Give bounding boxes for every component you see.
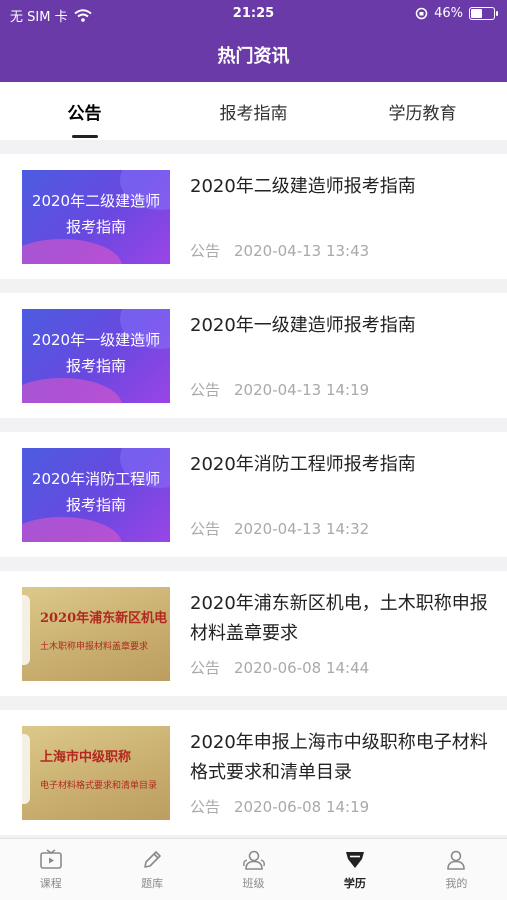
article-category: 公告 (190, 659, 221, 677)
article-title: 2020年二级建造师报考指南 (190, 176, 416, 197)
article-title: 2020年一级建造师报考指南 (190, 315, 416, 336)
article-date: 2020-04-13 13:43 (234, 242, 370, 260)
article-date: 2020-06-08 14:44 (234, 659, 370, 677)
article-list: 2020年二级建造师 报考指南 2020年二级建造师报考指南 公告 2020-04-… (0, 154, 507, 849)
thumbnail-line1: 上海市中级职称 (40, 750, 132, 765)
article-thumbnail: 上海市中级职称电子材料格式要求和清单目录 (22, 726, 170, 820)
battery-icon (469, 7, 498, 20)
nav-item-courses[interactable]: 课程 (0, 839, 101, 900)
thumbnail-line1: 2020年浦东新区机电 (40, 611, 168, 626)
article-title: 2020年申报上海市中级职称电子材料格式要求和清单目录 (190, 732, 488, 783)
tab-bar: 公告 报考指南 学历教育 (0, 82, 507, 140)
article-category: 公告 (190, 242, 221, 260)
tab-underline (71, 135, 98, 138)
nav-label: 课程 (39, 877, 62, 890)
article-card[interactable]: 2020年浦东新区机电土木职称申报材料盖章要求 2020年浦东新区机电，土木职称… (0, 571, 507, 696)
nav-label: 班级 (242, 877, 265, 890)
article-card[interactable]: 2020年二级建造师 报考指南 2020年二级建造师报考指南 公告 2020-04-… (0, 154, 507, 279)
article-category: 公告 (190, 381, 221, 399)
tab-label: 公告 (67, 104, 102, 124)
article-category: 公告 (190, 520, 221, 538)
battery-percent: 46% (434, 6, 463, 21)
top-bar: 无 SIM 卡 21:25 46% 热门资讯 (0, 0, 507, 82)
nav-label: 题库 (141, 877, 164, 890)
article-meta: 公告 2020-04-13 13:43 (190, 240, 369, 261)
tab-announcements[interactable]: 公告 (0, 82, 169, 140)
article-thumbnail: 2020年一级建造师 报考指南 (22, 309, 170, 403)
status-right: 46% (415, 6, 498, 21)
nav-label: 我的 (445, 877, 468, 890)
article-meta: 公告 2020-04-13 14:19 (190, 379, 369, 400)
nav-item-mine[interactable]: 我的 (406, 839, 507, 900)
article-title: 2020年浦东新区机电，土木职称申报材料盖章要求 (190, 593, 488, 644)
tab-label: 报考指南 (219, 104, 288, 124)
article-card[interactable]: 2020年消防工程师 报考指南 2020年消防工程师报考指南 公告 2020-04-… (0, 432, 507, 557)
nav-item-classes[interactable]: 班级 (203, 839, 304, 900)
user-icon (447, 850, 466, 870)
thumbnail-line1: 2020年二级建造师 (31, 192, 161, 210)
article-thumbnail: 2020年二级建造师 报考指南 (22, 170, 170, 264)
article-date: 2020-04-13 14:19 (234, 381, 370, 399)
thumbnail-line2: 报考指南 (65, 218, 126, 236)
thumbnail-line1: 2020年一级建造师 (31, 331, 161, 349)
nav-item-question-bank[interactable]: 题库 (101, 839, 202, 900)
group-icon (242, 850, 265, 870)
status-bar: 无 SIM 卡 21:25 46% (0, 0, 507, 30)
article-category: 公告 (190, 798, 221, 816)
article-meta: 公告 2020-06-08 14:19 (190, 796, 369, 817)
article-date: 2020-04-13 14:32 (234, 520, 370, 538)
orientation-lock-icon (415, 7, 428, 20)
tab-exam-guide[interactable]: 报考指南 (169, 82, 338, 140)
article-thumbnail: 2020年消防工程师 报考指南 (22, 448, 170, 542)
thumbnail-line2: 报考指南 (65, 357, 126, 375)
page-title: 热门资讯 (217, 46, 290, 67)
article-title: 2020年消防工程师报考指南 (190, 454, 416, 475)
nav-label: 学历 (343, 877, 366, 890)
pencil-icon (144, 851, 161, 868)
thumbnail-line2: 电子材料格式要求和清单目录 (40, 781, 158, 791)
battery-fill (471, 9, 483, 18)
tv-icon (39, 849, 62, 869)
tab-degree-education[interactable]: 学历教育 (338, 82, 507, 140)
nav-item-education[interactable]: 学历 (304, 839, 405, 900)
thumbnail-line1: 2020年消防工程师 (31, 470, 161, 488)
article-meta: 公告 2020-06-08 14:44 (190, 657, 369, 678)
article-thumbnail: 2020年浦东新区机电土木职称申报材料盖章要求 (22, 587, 170, 681)
article-meta: 公告 2020-04-13 14:32 (190, 518, 369, 539)
article-date: 2020-06-08 14:19 (234, 798, 370, 816)
article-card[interactable]: 上海市中级职称电子材料格式要求和清单目录 2020年申报上海市中级职称电子材料格… (0, 710, 507, 835)
gem-icon (345, 852, 364, 868)
bottom-nav: 课程 题库 班级 学历 我的 (0, 838, 507, 900)
tab-label: 学历教育 (388, 104, 457, 124)
thumbnail-line2: 报考指南 (65, 496, 126, 514)
thumbnail-line2: 土木职称申报材料盖章要求 (40, 642, 149, 652)
article-card[interactable]: 2020年一级建造师 报考指南 2020年一级建造师报考指南 公告 2020-04-… (0, 293, 507, 418)
